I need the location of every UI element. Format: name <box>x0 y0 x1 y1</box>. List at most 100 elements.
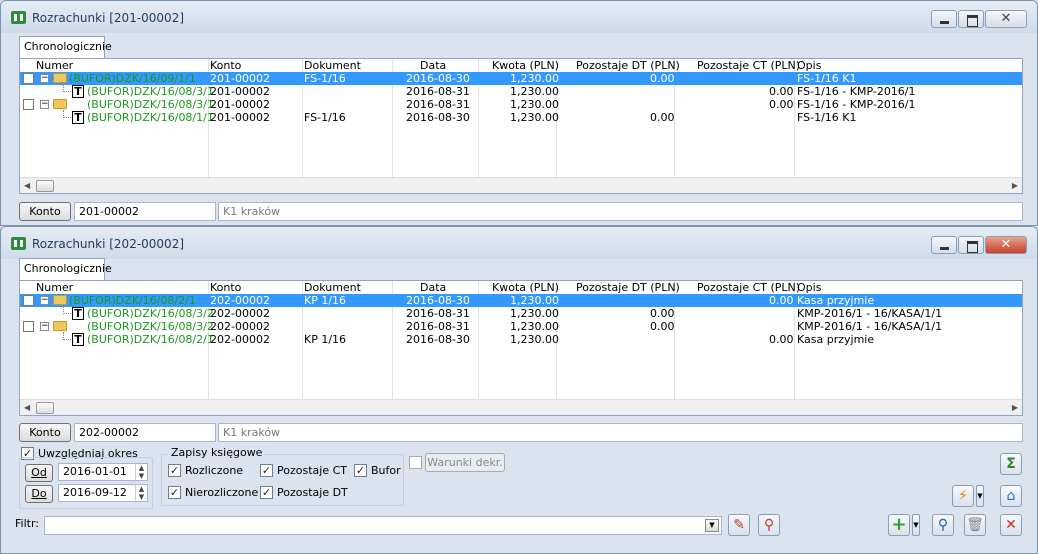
collapse-icon[interactable]: − <box>40 296 49 305</box>
document-t-icon: T <box>72 111 84 124</box>
sum-icon[interactable]: Σ <box>1000 453 1022 475</box>
konto-name-field: K1 kraków <box>218 423 1023 442</box>
pozostaje-dt-label: Pozostaje DT <box>277 486 348 499</box>
konto-button[interactable]: Konto <box>19 423 71 442</box>
pozostaje-ct-label: Pozostaje CT <box>277 464 347 477</box>
rozrachunki-grid: Numer Konto Dokument Data Kwota (PLN) Po… <box>19 280 1023 416</box>
rozliczone-label: Rozliczone <box>185 464 244 477</box>
add-icon[interactable]: + <box>888 514 910 536</box>
table-row[interactable]: − (BUFOR)DZK/16/08/3/2 202-00002 2016-08… <box>20 320 1022 333</box>
clear-filter-icon[interactable]: ✎ <box>728 514 750 536</box>
do-date-field[interactable]: 2016-09-12 ▲ ▼ <box>58 484 148 503</box>
col-data[interactable]: Data <box>420 281 446 294</box>
close-window-button[interactable]: ✕ <box>985 236 1027 254</box>
table-row[interactable]: − (BUFOR)DZK/16/09/1/1 201-00002 FS-1/16… <box>20 72 1022 85</box>
folder-icon <box>53 73 67 83</box>
bufor-checkbox[interactable]: ✓ <box>354 464 367 477</box>
od-date-field[interactable]: 2016-01-01 ▲ ▼ <box>58 463 148 482</box>
col-kwota[interactable]: Kwota (PLN) <box>492 59 559 72</box>
minimize-button[interactable] <box>931 236 957 254</box>
scroll-thumb[interactable] <box>36 402 54 414</box>
collapse-icon[interactable]: − <box>40 74 49 83</box>
scroll-thumb[interactable] <box>36 180 54 192</box>
col-opis[interactable]: Opis <box>797 281 821 294</box>
grid-header: Numer Konto Dokument Data Kwota (PLN) Po… <box>20 281 1022 294</box>
minimize-button[interactable] <box>931 10 957 28</box>
col-numer[interactable]: Numer <box>36 59 73 72</box>
close-icon[interactable]: ✕ <box>1000 514 1022 536</box>
collapse-icon[interactable]: − <box>40 322 49 331</box>
table-row[interactable]: T (BUFOR)DZK/16/08/1/1 201-00002 FS-1/16… <box>20 110 1022 124</box>
chevron-down-icon[interactable]: ▼ <box>976 485 984 507</box>
do-button[interactable]: Do <box>25 485 53 503</box>
filtr-dropdown-icon[interactable]: ▼ <box>705 519 719 532</box>
row-checkbox[interactable] <box>23 99 34 110</box>
tab-chronologicznie[interactable]: Chronologicznie <box>19 258 112 280</box>
scroll-left-icon[interactable]: ◀ <box>24 403 30 412</box>
app-icon <box>11 11 26 24</box>
row-checkbox[interactable] <box>23 73 34 84</box>
collapse-icon[interactable]: − <box>40 100 49 109</box>
window-title: Rozrachunki [201-00002] <box>32 11 185 25</box>
col-data[interactable]: Data <box>420 59 446 72</box>
table-row[interactable]: T (BUFOR)DZK/16/08/3/2 202-00002 2016-08… <box>20 306 1022 320</box>
horizontal-scrollbar[interactable]: ◀ ▶ <box>20 177 1022 193</box>
col-pozostaje-ct[interactable]: Pozostaje CT (PLN) <box>697 59 800 72</box>
import-icon[interactable]: ⌂ <box>1000 485 1022 507</box>
pozostaje-ct-checkbox[interactable]: ✓ <box>260 464 273 477</box>
col-numer[interactable]: Numer <box>36 281 73 294</box>
konto-field[interactable]: 201-00002 <box>74 202 216 221</box>
horizontal-scrollbar[interactable]: ◀ ▶ <box>20 399 1022 415</box>
folder-icon <box>53 321 67 331</box>
table-row[interactable]: − (BUFOR)DZK/16/08/2/1 202-00002 KP 1/16… <box>20 294 1022 307</box>
scroll-left-icon[interactable]: ◀ <box>24 181 30 190</box>
title-bar: Rozrachunki [202-00002] ✕ <box>1 227 1037 259</box>
document-t-icon: T <box>72 307 84 320</box>
scroll-right-icon[interactable]: ▶ <box>1012 181 1018 190</box>
rozrachunki-window-2: Rozrachunki [202-00002] ✕ Chronologiczni… <box>0 226 1038 554</box>
grid-header: Numer Konto Dokument Data Kwota (PLN) Po… <box>20 59 1022 72</box>
document-t-icon: T <box>72 85 84 98</box>
col-konto[interactable]: Konto <box>210 281 241 294</box>
filter-options-icon[interactable]: ⚲ <box>758 514 780 536</box>
col-konto[interactable]: Konto <box>210 59 241 72</box>
table-row[interactable]: − (BUFOR)DZK/16/08/3/1 201-00002 2016-08… <box>20 98 1022 111</box>
search-icon[interactable]: ⚲ <box>932 514 954 536</box>
col-pozostaje-dt[interactable]: Pozostaje DT (PLN) <box>576 59 680 72</box>
bufor-label: Bufor <box>371 464 401 477</box>
table-row[interactable]: T (BUFOR)DZK/16/08/2/1 202-00002 KP 1/16… <box>20 332 1022 346</box>
col-kwota[interactable]: Kwota (PLN) <box>492 281 559 294</box>
tab-chronologicznie[interactable]: Chronologicznie <box>19 36 112 58</box>
maximize-button[interactable] <box>958 236 984 254</box>
maximize-button[interactable] <box>958 10 984 28</box>
folder-icon <box>53 295 67 305</box>
row-checkbox[interactable] <box>23 295 34 306</box>
filtr-input[interactable]: ▼ <box>44 516 722 535</box>
delete-icon[interactable]: 🗑 <box>964 514 986 536</box>
zapisy-ksiegowe-title: Zapisy księgowe <box>168 446 266 459</box>
konto-field[interactable]: 202-00002 <box>74 423 216 442</box>
od-spin-icon[interactable]: ▲ ▼ <box>135 464 147 482</box>
pozostaje-dt-checkbox[interactable]: ✓ <box>260 486 273 499</box>
nierozliczone-checkbox[interactable]: ✓ <box>168 486 181 499</box>
do-spin-icon[interactable]: ▲ ▼ <box>135 485 147 503</box>
warunki-checkbox[interactable] <box>409 456 422 469</box>
col-pozostaje-dt[interactable]: Pozostaje DT (PLN) <box>576 281 680 294</box>
rozliczone-checkbox[interactable]: ✓ <box>168 464 181 477</box>
col-dokument[interactable]: Dokument <box>304 281 361 294</box>
chevron-down-icon[interactable]: ▼ <box>912 514 920 536</box>
col-dokument[interactable]: Dokument <box>304 59 361 72</box>
lightning-icon[interactable]: ⚡ <box>952 485 974 507</box>
table-row[interactable]: T (BUFOR)DZK/16/08/3/1 201-00002 2016-08… <box>20 84 1022 98</box>
nierozliczone-label: Nierozliczone <box>185 486 259 499</box>
col-pozostaje-ct[interactable]: Pozostaje CT (PLN) <box>697 281 800 294</box>
od-button[interactable]: Od <box>25 464 53 482</box>
close-window-button[interactable]: ✕ <box>985 10 1027 28</box>
warunki-dekr-button[interactable]: Warunki dekr. <box>425 453 505 472</box>
scroll-right-icon[interactable]: ▶ <box>1012 403 1018 412</box>
konto-button[interactable]: Konto <box>19 202 71 221</box>
col-opis[interactable]: Opis <box>797 59 821 72</box>
rozrachunki-grid: Numer Konto Dokument Data Kwota (PLN) Po… <box>19 58 1023 194</box>
konto-name-field: K1 kraków <box>218 202 1023 221</box>
row-checkbox[interactable] <box>23 321 34 332</box>
